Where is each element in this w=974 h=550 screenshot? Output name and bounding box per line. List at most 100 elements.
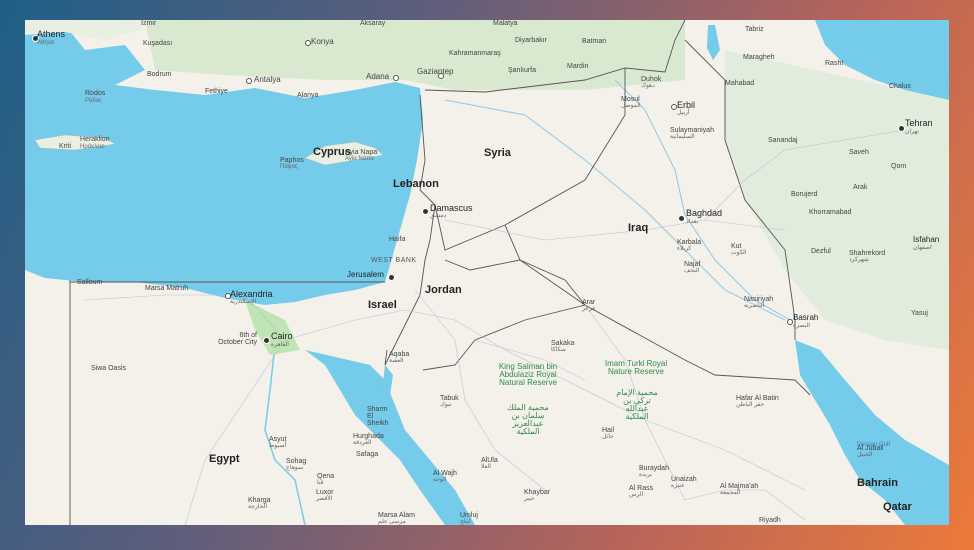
- capital-marker-tehran[interactable]: [898, 125, 905, 132]
- city-label-kut: Kut: [731, 243, 742, 250]
- city-label-kusadasi: Kuşadası: [143, 40, 173, 47]
- city-label-khaybar-ar: خيبر: [524, 496, 535, 502]
- city-label-tehran: Tehran: [905, 118, 933, 128]
- city-label-al-majmaah-ar: المجمعة: [720, 490, 741, 496]
- city-label-basrah-ar: البصرة: [793, 323, 810, 329]
- city-label-kharga: Kharga: [248, 497, 271, 504]
- city-label-sakaka: Sakaka: [551, 340, 575, 347]
- city-label-6th-october: 6th of October City: [218, 332, 257, 346]
- city-label-najaf-ar: النجف: [684, 268, 700, 274]
- city-label-aksaray: Aksaray: [360, 20, 386, 27]
- country-label-bahrain: Bahrain: [857, 477, 898, 489]
- city-label-qena: Qena: [317, 473, 335, 480]
- city-label-mosul: Mosul: [621, 96, 640, 103]
- city-label-hail-ar: حائل: [602, 434, 614, 440]
- city-label-aqaba: Aqaba: [389, 351, 410, 358]
- city-label-al-rass-ar: الرس: [629, 492, 644, 498]
- city-label-batman: Batman: [582, 38, 607, 45]
- city-label-borujerd: Borujerd: [791, 191, 818, 198]
- city-label-damascus-ar: دمشق: [430, 213, 447, 219]
- city-label-al-jubail-ar: الجبيل: [857, 452, 873, 458]
- city-label-tabuk: Tabuk: [440, 395, 459, 402]
- city-label-shahrekord-ar: شهرکرد: [849, 257, 869, 263]
- city-label-aqaba-ar: العقبة: [389, 358, 404, 364]
- city-label-sakaka-ar: سكاكا: [551, 347, 566, 353]
- city-label-luxor-ar: الأقصر: [316, 496, 333, 502]
- city-label-sohag: Sohag: [286, 458, 307, 465]
- city-marker-antalya[interactable]: [246, 78, 252, 84]
- city-label-athens-alt: Αθήνα: [37, 40, 55, 46]
- city-label-ayia-napa: Ayia Napa: [345, 149, 378, 156]
- city-label-baghdad: Baghdad: [686, 208, 723, 218]
- city-label-alula: AlUla: [481, 457, 498, 464]
- city-label-bodrum: Bodrum: [147, 71, 172, 78]
- city-label-unaizah: Unaizah: [671, 476, 697, 483]
- city-label-baghdad-ar: بغداد: [686, 219, 699, 225]
- city-label-arar: Arar: [582, 299, 596, 306]
- capital-marker-baghdad[interactable]: [678, 215, 685, 222]
- city-label-erbil: Erbil: [677, 100, 696, 110]
- city-label-al-wajh: Al Wajh: [433, 470, 457, 477]
- city-label-duhok-ar: دهوك: [641, 83, 655, 89]
- city-label-marsa-matruh: Marsa Matruh: [145, 285, 189, 292]
- city-label-sanliurfa: Şanlıurfa: [508, 67, 537, 74]
- city-label-basrah: Basrah: [793, 313, 819, 322]
- country-label-israel: Israel: [368, 299, 397, 311]
- city-label-asyut: Asyut: [269, 436, 287, 443]
- city-label-alexandria: Alexandria: [230, 289, 273, 299]
- city-label-khaybar: Khaybar: [524, 489, 551, 496]
- city-label-alexandria-ar: الإسكندرية: [230, 299, 257, 305]
- city-label-konya: Konya: [311, 37, 334, 46]
- city-label-qom: Qom: [891, 163, 907, 170]
- city-label-nasiriyah: Nasiriyah: [744, 296, 774, 303]
- city-label-alula-ar: العلا: [481, 464, 491, 470]
- city-label-gaziantep: Gaziantep: [417, 67, 454, 76]
- map-canvas[interactable]: [25, 20, 949, 525]
- city-label-saveh: Saveh: [849, 149, 869, 156]
- city-label-adana: Adana: [366, 72, 390, 81]
- city-label-dezful: Dezful: [811, 248, 831, 255]
- city-label-al-majmaah: Al Majma'ah: [720, 483, 759, 490]
- city-marker-adana[interactable]: [393, 75, 399, 81]
- city-label-sharm: Sharm El Sheikh: [367, 406, 389, 427]
- park-king-salman-arabic: محمية الملك سلمان بن عبدالعزيز الملكية: [507, 403, 549, 436]
- country-label-iraq: Iraq: [628, 222, 649, 234]
- city-label-sohag-ar: سوهاج: [286, 465, 303, 471]
- city-label-heraklion: Heraklion: [80, 136, 110, 143]
- city-label-kriti: Kriti: [59, 143, 72, 150]
- capital-marker-damascus[interactable]: [422, 208, 429, 215]
- capital-marker-jerusalem[interactable]: [388, 274, 395, 281]
- city-label-erbil-ar: أربيل: [677, 110, 690, 116]
- country-label-qatar: Qatar: [883, 501, 912, 513]
- city-label-sulaymaniyah: Sulaymaniyah: [670, 127, 714, 134]
- city-label-hurghada: Hurghada: [353, 433, 384, 440]
- city-label-unaizah-ar: عنيزة: [671, 483, 685, 489]
- city-label-arar-ar: عرعر: [582, 306, 596, 312]
- city-label-sulaymaniyah-ar: السليمانية: [670, 134, 695, 140]
- city-label-qena-ar: قنا: [317, 480, 324, 486]
- city-label-isfahan: Isfahan: [913, 235, 940, 244]
- city-label-isfahan-ar: اصفهان: [913, 245, 932, 251]
- city-label-karbala: Karbala: [677, 239, 702, 246]
- park-king-salman: King Salman bin Abdulaziz Royal Natural …: [498, 362, 558, 387]
- city-label-athens: Athens: [37, 29, 66, 39]
- city-label-salloum: Salloum: [77, 279, 103, 286]
- city-label-hafar-al-batin: Hafar Al Batin: [736, 395, 779, 402]
- capital-marker-cairo[interactable]: [263, 337, 270, 344]
- city-label-rodos: Rodos: [85, 90, 106, 97]
- city-label-nasiriyah-ar: الناصرية: [744, 303, 765, 309]
- country-label-syria: Syria: [484, 147, 511, 159]
- city-label-mosul-ar: الموصل: [621, 103, 641, 109]
- country-label-jordan: Jordan: [425, 284, 462, 296]
- city-label-kut-ar: الكوت: [731, 250, 747, 256]
- city-label-buraydah-ar: بريدة: [639, 472, 652, 478]
- city-label-duhok: Duhok: [641, 76, 662, 83]
- city-label-mardin: Mardin: [567, 63, 589, 70]
- city-label-umluj: Umluj: [460, 512, 478, 519]
- city-label-paphos-alt: Πάφος: [280, 164, 298, 170]
- city-label-safaga: Safaga: [356, 451, 379, 458]
- city-label-cairo: Cairo: [271, 331, 293, 341]
- city-label-tabuk-ar: تبوك: [440, 402, 452, 408]
- city-label-mahabad: Mahabad: [725, 80, 755, 87]
- map-viewport[interactable]: Syria Iraq Lebanon Cyprus Israel Jordan …: [25, 20, 949, 525]
